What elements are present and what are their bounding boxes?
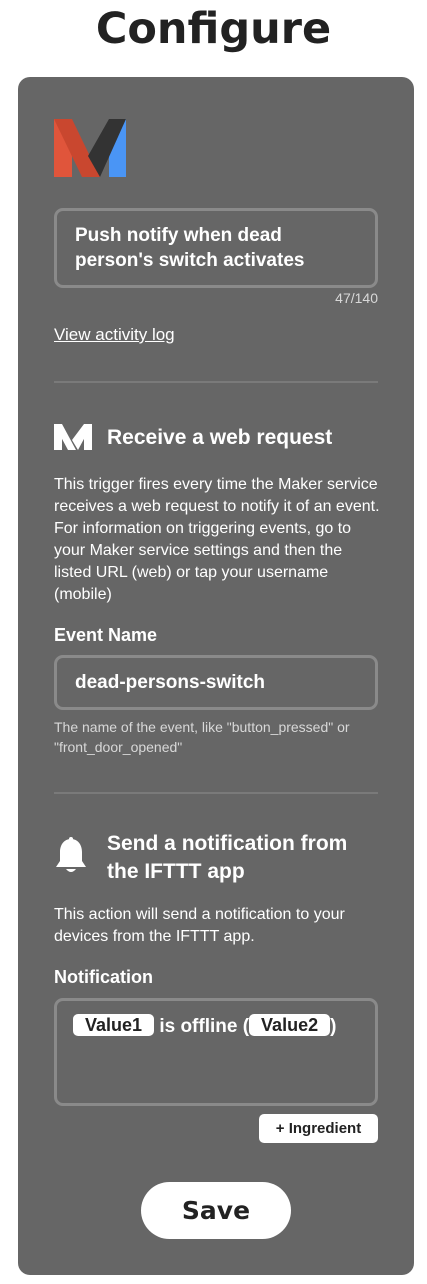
trigger-title: Receive a web request <box>107 426 333 449</box>
page-title: Configure <box>95 4 332 54</box>
section-divider <box>54 792 378 794</box>
action-title: Send a notification from the IFTTT app <box>107 832 348 883</box>
notification-message-field[interactable]: Value1 is offline (Value2) <box>54 998 378 1106</box>
add-ingredient-button[interactable]: + Ingredient <box>259 1114 378 1143</box>
maker-logo-icon <box>54 119 126 179</box>
bell-icon <box>54 837 88 880</box>
maker-icon <box>54 424 92 455</box>
ingredient-value1-pill[interactable]: Value1 <box>73 1014 155 1036</box>
event-name-helper: The name of the event, like "button_pres… <box>54 719 350 755</box>
view-activity-log-link[interactable]: View activity log <box>54 325 175 345</box>
section-divider <box>54 381 378 383</box>
notification-label: Notification <box>54 967 153 987</box>
message-text: is offline ( <box>154 1016 250 1037</box>
event-name-input[interactable]: dead-persons-switch <box>54 655 378 710</box>
ingredient-value2-pill[interactable]: Value2 <box>249 1014 331 1036</box>
applet-title-field[interactable]: Push notify when dead person's switch ac… <box>54 208 378 288</box>
applet-config-card: Push notify when dead person's switch ac… <box>18 77 414 1275</box>
character-count: 47/140 <box>335 290 378 306</box>
event-name-label: Event Name <box>54 625 158 645</box>
message-text: ) <box>330 1016 337 1037</box>
action-description: This action will send a notification to … <box>54 906 345 945</box>
save-button[interactable]: Save <box>141 1182 291 1239</box>
trigger-description: This trigger fires every time the Maker … <box>54 476 380 603</box>
